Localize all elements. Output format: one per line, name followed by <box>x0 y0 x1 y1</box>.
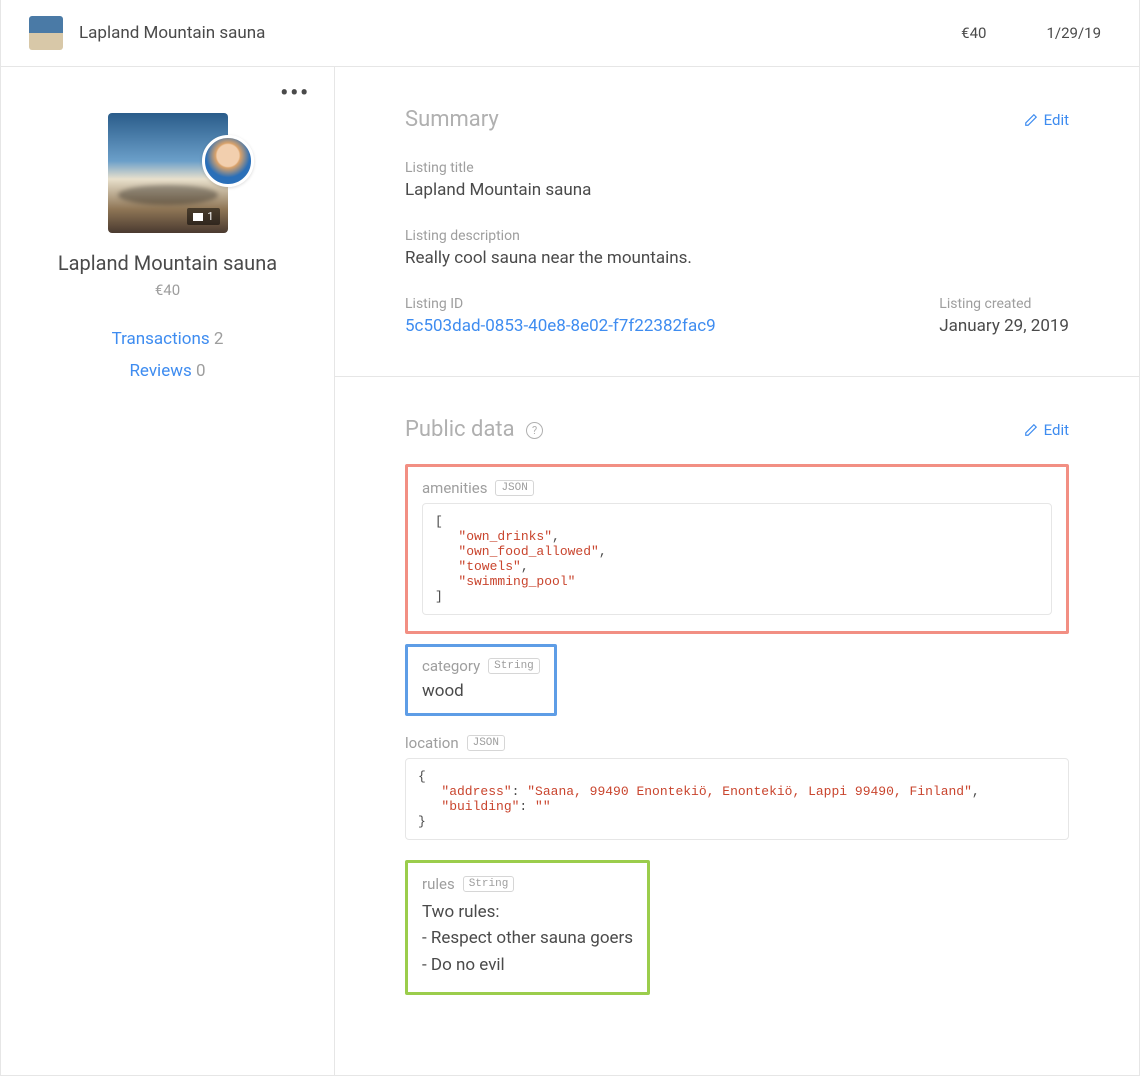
location-label: location <box>405 734 459 752</box>
summary-card: Summary Edit Listing title Lapland Mount… <box>335 67 1139 376</box>
value-listing-title: Lapland Mountain sauna <box>405 180 1069 200</box>
public-data-edit-label: Edit <box>1044 421 1069 439</box>
more-menu-button[interactable]: ••• <box>280 83 310 105</box>
location-json: { "address": "Saana, 99490 Enontekiö, En… <box>405 758 1069 840</box>
location-label-row: location JSON <box>405 734 1069 752</box>
pencil-icon <box>1024 423 1038 437</box>
label-listing-title: Listing title <box>405 160 1069 176</box>
body: ••• 1 Lapland Mountain sauna €40 Transac… <box>1 67 1139 1075</box>
label-listing-created: Listing created <box>939 296 1069 312</box>
topbar-date: 1/29/19 <box>1046 24 1101 42</box>
reviews-count: 0 <box>196 361 206 381</box>
pencil-icon <box>1024 113 1038 127</box>
public-data-card: Public data ? Edit amenities JSON [ "own… <box>335 376 1139 1035</box>
label-listing-id: Listing ID <box>405 296 899 312</box>
topbar-price: €40 <box>961 24 986 42</box>
owner-avatar[interactable] <box>202 135 254 187</box>
category-label: category <box>422 657 480 675</box>
value-listing-description: Really cool sauna near the mountains. <box>405 248 1069 268</box>
value-listing-created: January 29, 2019 <box>939 316 1069 336</box>
category-label-row: category String <box>422 657 540 675</box>
sidebar: ••• 1 Lapland Mountain sauna €40 Transac… <box>1 67 335 1075</box>
help-icon[interactable]: ? <box>526 422 543 439</box>
reviews-link[interactable]: Reviews <box>129 361 191 381</box>
listing-image-wrap: 1 <box>108 113 228 233</box>
sidebar-listing-title: Lapland Mountain sauna <box>13 251 322 275</box>
summary-heading: Summary <box>405 107 499 132</box>
rules-block: rules String Two rules:- Respect other s… <box>405 860 650 995</box>
category-block: category String wood <box>405 644 557 716</box>
summary-head: Summary Edit <box>405 107 1069 132</box>
topbar: Lapland Mountain sauna €40 1/29/19 <box>1 0 1139 67</box>
sidebar-links: Transactions 2 Reviews 0 <box>13 329 322 381</box>
public-data-head: Public data ? Edit <box>405 417 1069 442</box>
topbar-thumbnail <box>29 16 63 50</box>
amenities-json: [ "own_drinks", "own_food_allowed", "tow… <box>422 503 1052 615</box>
amenities-type-badge: JSON <box>495 480 533 496</box>
topbar-title: Lapland Mountain sauna <box>79 23 961 43</box>
transactions-count: 2 <box>214 329 224 349</box>
image-count-value: 1 <box>207 210 213 223</box>
value-listing-id[interactable]: 5c503dad-0853-40e8-8e02-f7f22382fac9 <box>405 316 899 336</box>
category-value: wood <box>422 681 540 701</box>
label-listing-description: Listing description <box>405 228 1069 244</box>
summary-edit-label: Edit <box>1044 111 1069 129</box>
amenities-label: amenities <box>422 479 487 497</box>
amenities-block: amenities JSON [ "own_drinks", "own_food… <box>405 464 1069 634</box>
location-block: location JSON { "address": "Saana, 99490… <box>405 734 1069 840</box>
public-data-heading-text: Public data <box>405 417 515 442</box>
image-count-badge: 1 <box>187 208 219 225</box>
public-data-edit-button[interactable]: Edit <box>1024 421 1069 439</box>
sidebar-price: €40 <box>13 281 322 299</box>
reviews-link-row: Reviews 0 <box>13 361 322 381</box>
amenities-label-row: amenities JSON <box>422 479 1052 497</box>
transactions-link-row: Transactions 2 <box>13 329 322 349</box>
rules-label: rules <box>422 875 455 893</box>
rules-value: Two rules:- Respect other sauna goers- D… <box>422 899 633 978</box>
main-content: Summary Edit Listing title Lapland Mount… <box>335 67 1139 1075</box>
rules-type-badge: String <box>463 876 515 892</box>
transactions-link[interactable]: Transactions <box>112 329 210 349</box>
rules-label-row: rules String <box>422 875 633 893</box>
location-type-badge: JSON <box>467 735 505 751</box>
public-data-heading: Public data ? <box>405 417 543 442</box>
page-root: Lapland Mountain sauna €40 1/29/19 ••• 1… <box>0 0 1140 1076</box>
category-type-badge: String <box>488 658 540 674</box>
summary-edit-button[interactable]: Edit <box>1024 111 1069 129</box>
